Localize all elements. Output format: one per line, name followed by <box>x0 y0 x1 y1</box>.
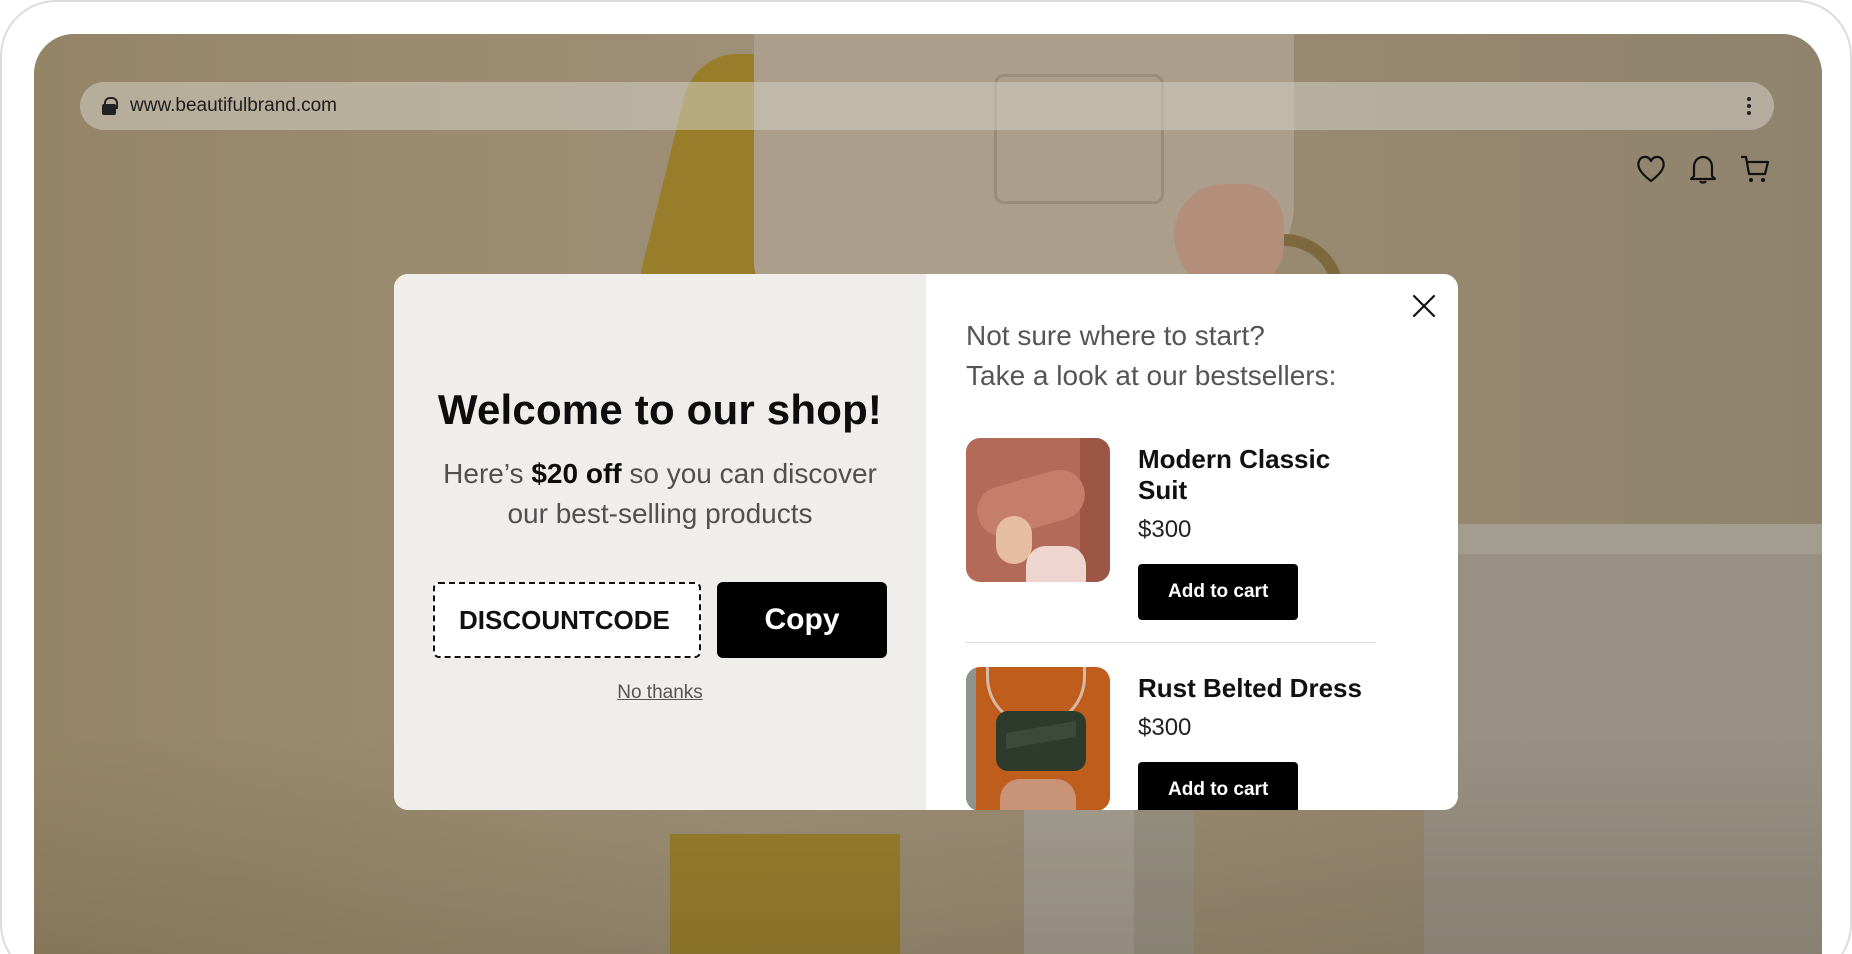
suit-image-shirt <box>1026 546 1086 582</box>
product-image-suit[interactable] <box>966 438 1110 582</box>
offer-highlight: $20 off <box>531 458 622 489</box>
address-bar[interactable]: www.beautifulbrand.com <box>80 82 1774 130</box>
discount-panel: Welcome to our shop! Here’s $20 off so y… <box>394 274 926 810</box>
add-to-cart-button[interactable]: Add to cart <box>1138 564 1299 620</box>
offer-text: Here’s $20 off so you can discover our b… <box>430 454 890 534</box>
bestsellers-intro-line1: Not sure where to start? <box>966 320 1265 351</box>
more-options-icon[interactable] <box>1746 97 1752 115</box>
product-price: $300 <box>1138 714 1192 741</box>
header-icons <box>1634 152 1772 186</box>
discount-code-row: DISCOUNTCODE Copy <box>433 582 887 658</box>
welcome-discount-modal: Welcome to our shop! Here’s $20 off so y… <box>394 274 1458 810</box>
heart-icon[interactable] <box>1634 152 1668 186</box>
lock-icon <box>102 97 118 115</box>
offer-prefix: Here’s <box>443 458 532 489</box>
modal-title: Welcome to our shop! <box>437 386 883 433</box>
bell-icon[interactable] <box>1686 152 1720 186</box>
suit-image-hand <box>996 516 1032 564</box>
product-name[interactable]: Rust Belted Dress <box>1138 673 1362 704</box>
product-card: Rust Belted Dress $300 Add to cart <box>966 667 1376 810</box>
bestsellers-panel: Not sure where to start? Take a look at o… <box>926 274 1458 810</box>
add-to-cart-button[interactable]: Add to cart <box>1138 762 1299 810</box>
bestsellers-intro-line2: Take a look at our bestsellers: <box>966 360 1337 391</box>
discount-code-field[interactable]: DISCOUNTCODE <box>433 582 701 658</box>
product-image-dress[interactable] <box>966 667 1110 810</box>
dress-image-edge <box>966 667 976 810</box>
product-card: Modern Classic Suit $300 Add to cart <box>966 438 1376 643</box>
no-thanks-link[interactable]: No thanks <box>617 682 703 704</box>
bestsellers-intro: Not sure where to start? Take a look at o… <box>966 316 1396 396</box>
product-price: $300 <box>1138 516 1192 543</box>
copy-code-button[interactable]: Copy <box>717 582 887 658</box>
product-info: Rust Belted Dress $300 Add to cart <box>1138 667 1362 810</box>
dress-image-hands <box>1000 779 1076 810</box>
product-name[interactable]: Modern Classic Suit <box>1138 444 1376 506</box>
close-icon[interactable] <box>1408 290 1440 322</box>
product-info: Modern Classic Suit $300 Add to cart <box>1138 438 1376 620</box>
url-text[interactable]: www.beautifulbrand.com <box>130 95 1746 117</box>
cart-icon[interactable] <box>1738 152 1772 186</box>
